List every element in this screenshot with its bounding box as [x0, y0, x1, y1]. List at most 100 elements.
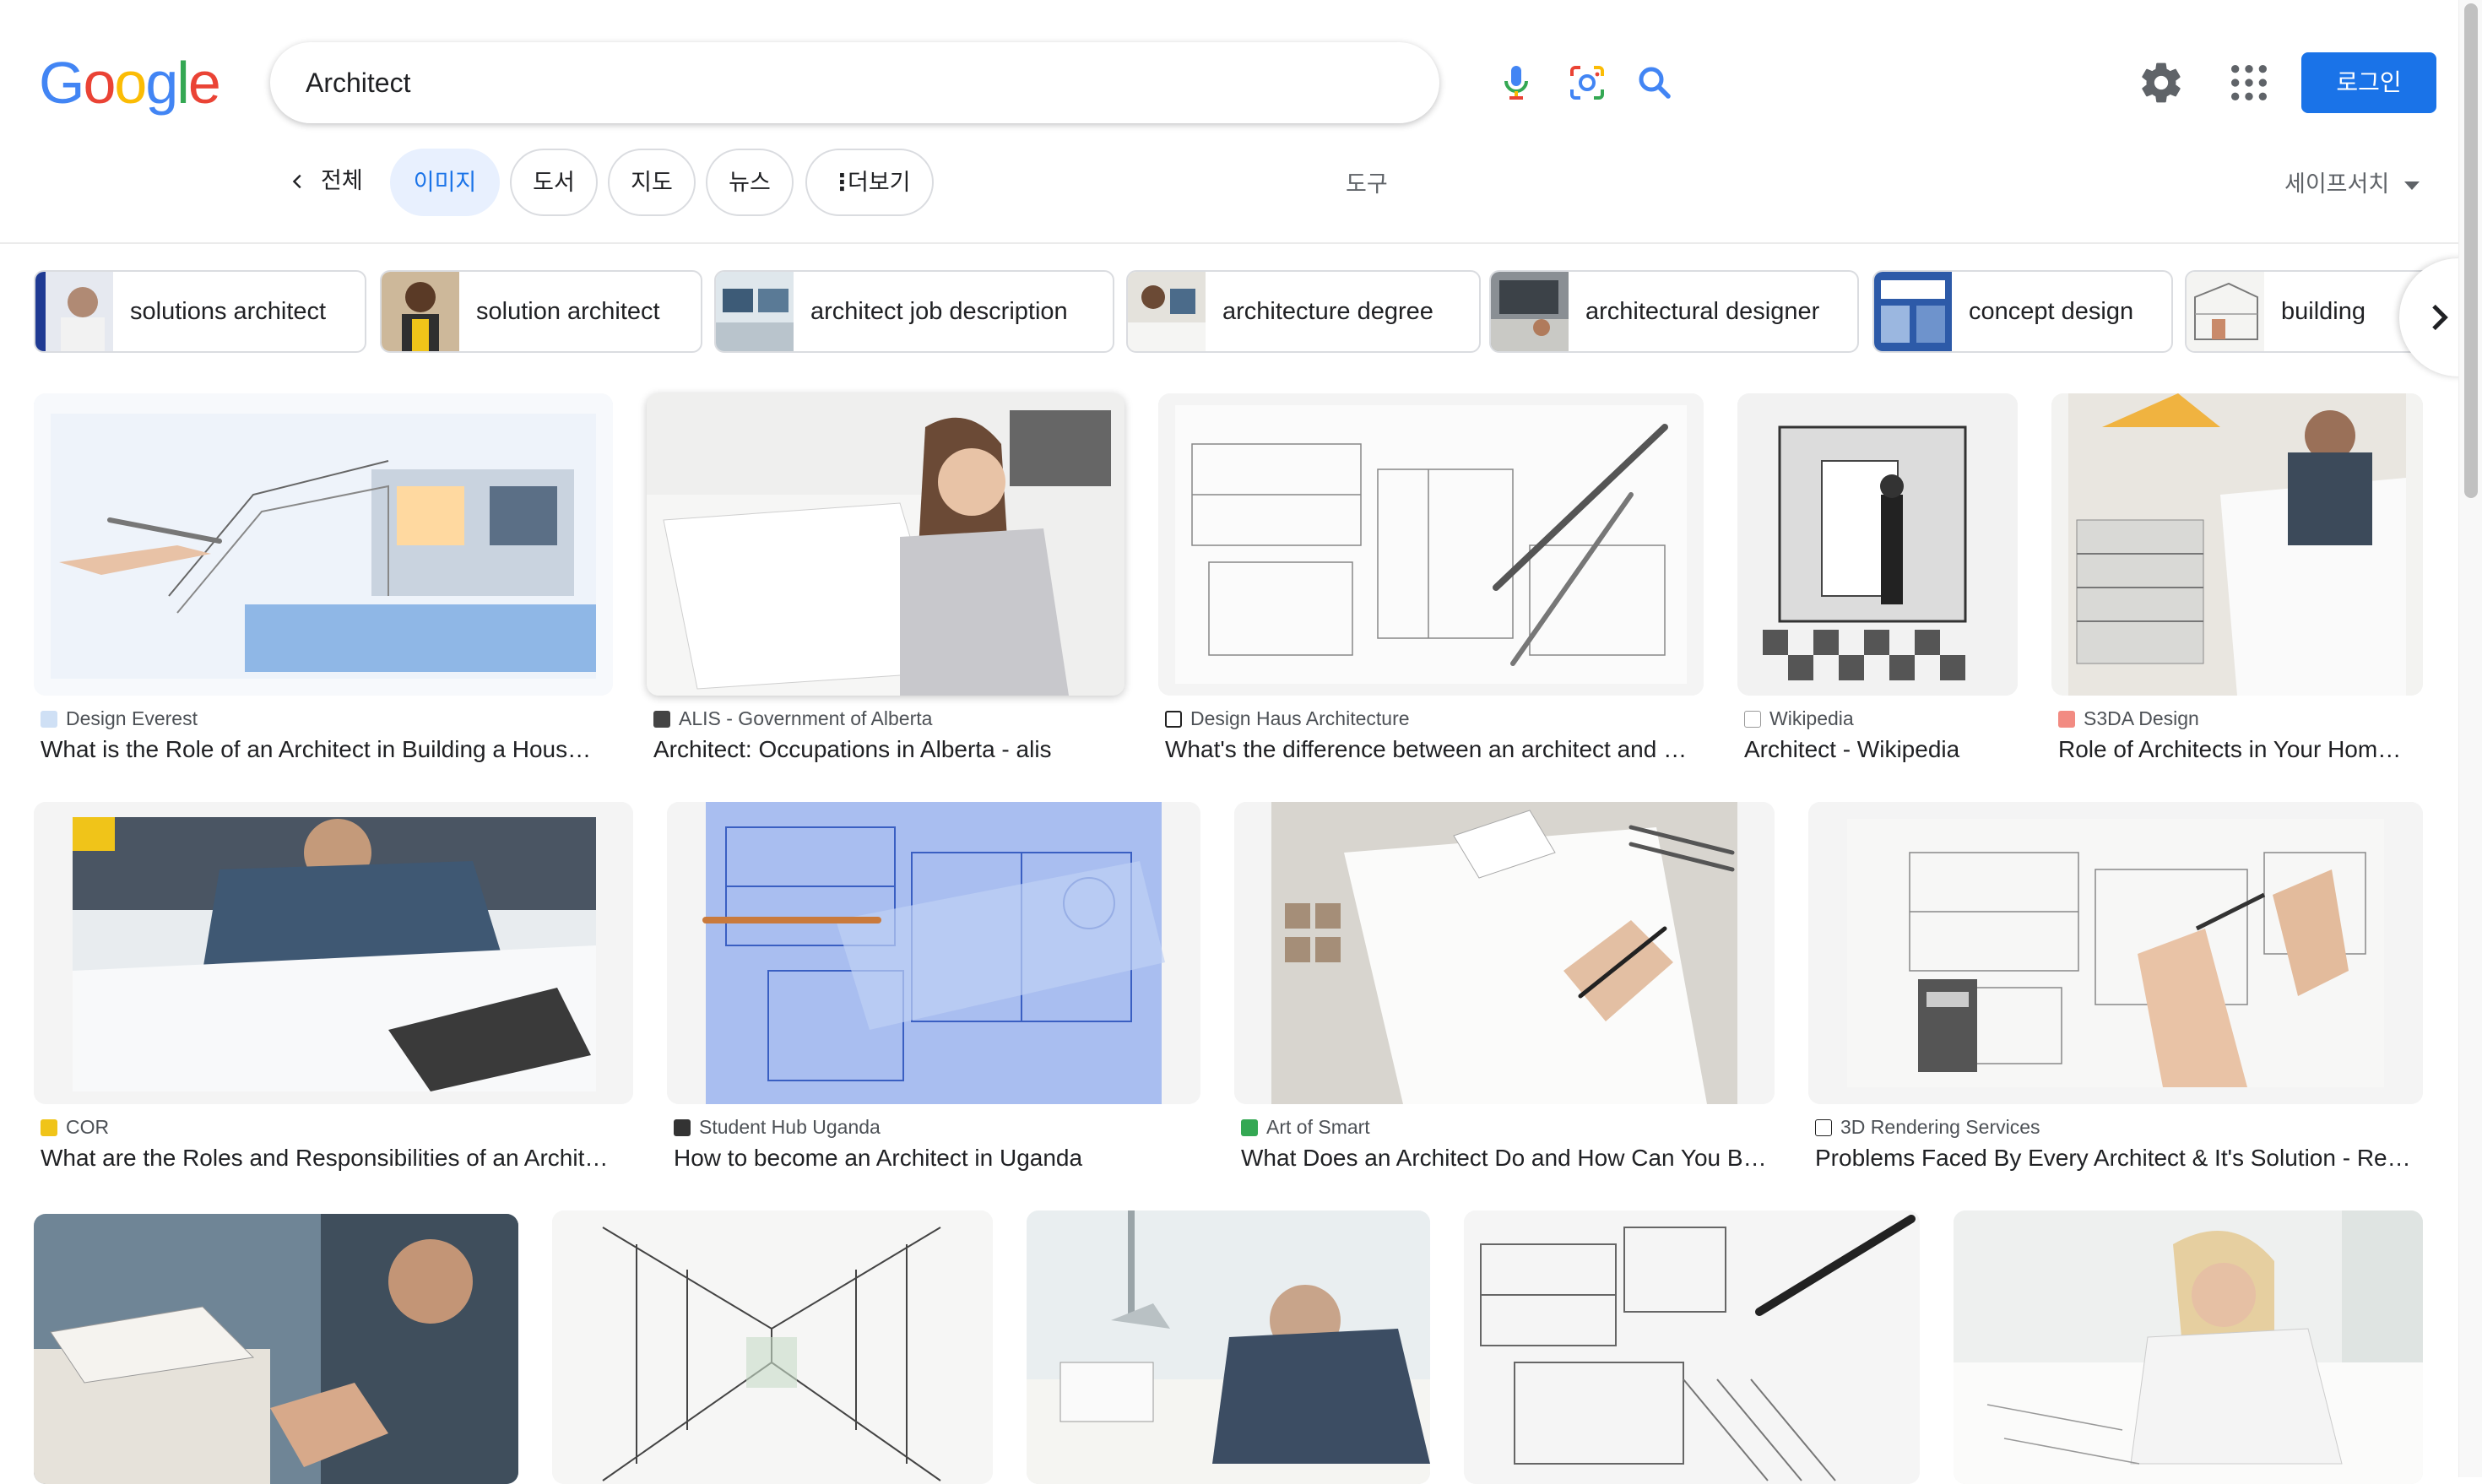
result-title[interactable]: What is the Role of an Architect in Buil… — [41, 736, 615, 763]
result-title[interactable]: How to become an Architect in Uganda — [674, 1145, 1202, 1172]
result-source: ALIS - Government of Alberta — [653, 707, 932, 730]
result-card[interactable]: Wikipedia Architect - Wikipedia — [1737, 393, 2018, 773]
perspective-sketch-image — [552, 1210, 993, 1484]
engraving-architect-image — [1737, 393, 2018, 696]
result-image[interactable] — [34, 802, 633, 1104]
result-card[interactable]: Design Haus Architecture What's the diff… — [1158, 393, 1704, 773]
result-title[interactable]: What's the difference between an archite… — [1165, 736, 1705, 763]
result-image[interactable] — [1808, 802, 2423, 1104]
result-title[interactable]: Problems Faced By Every Architect & It's… — [1815, 1145, 2425, 1172]
chip-architectural-designer[interactable]: architectural designer — [1489, 270, 1859, 353]
favicon-icon — [41, 711, 57, 728]
related-searches: solutions architect solution architect a… — [34, 270, 2440, 353]
tab-more[interactable]: ⋮ 더보기 — [805, 149, 934, 216]
favicon-icon — [674, 1119, 691, 1136]
favicon-icon — [1744, 711, 1761, 728]
result-title[interactable]: Architect: Occupations in Alberta - alis — [653, 736, 1126, 763]
result-source: Art of Smart — [1241, 1116, 1370, 1139]
result-card[interactable]: ALIS - Government of Alberta Architect: … — [647, 393, 1124, 773]
search-box[interactable]: Architect — [270, 42, 1671, 123]
result-title[interactable]: Architect - Wikipedia — [1744, 736, 2019, 763]
result-image[interactable] — [1158, 393, 1704, 696]
chip-solutions-architect[interactable]: solutions architect — [34, 270, 366, 353]
chip-thumbnail — [35, 272, 113, 351]
chip-architect-job-description[interactable]: architect job description — [714, 270, 1114, 353]
result-image[interactable] — [552, 1210, 993, 1484]
result-title[interactable]: Role of Architects in Your Hom… — [2058, 736, 2425, 763]
camera-lens-icon[interactable] — [1567, 62, 1607, 103]
safesearch-menu[interactable]: 세이프서치 — [2284, 165, 2420, 198]
search-input[interactable]: Architect — [306, 42, 410, 123]
result-card[interactable] — [34, 1214, 518, 1484]
google-apps-icon[interactable] — [2225, 59, 2273, 106]
woman-architect-image — [1954, 1210, 2423, 1484]
result-image[interactable] — [1954, 1210, 2423, 1484]
chip-thumbnail — [1128, 272, 1206, 351]
chip-thumbnail — [1491, 272, 1569, 351]
result-image[interactable] — [2051, 393, 2423, 696]
result-card[interactable] — [552, 1210, 993, 1484]
result-card[interactable] — [1027, 1210, 1430, 1484]
result-card[interactable]: COR What are the Roles and Responsibilit… — [34, 802, 633, 1182]
result-card[interactable]: Art of Smart What Does an Architect Do a… — [1234, 802, 1775, 1182]
source-name: 3D Rendering Services — [1840, 1116, 2040, 1138]
result-card[interactable] — [1954, 1210, 2423, 1484]
result-card[interactable]: Design Everest What is the Role of an Ar… — [34, 393, 613, 773]
tab-news[interactable]: 뉴스 — [706, 149, 794, 216]
search-icon[interactable] — [1634, 62, 1675, 103]
result-image[interactable] — [667, 802, 1200, 1104]
safesearch-label: 세이프서치 — [2284, 171, 2390, 197]
result-card[interactable]: 3D Rendering Services Problems Faced By … — [1808, 802, 2423, 1182]
result-image[interactable] — [1737, 393, 2018, 696]
result-image[interactable] — [1464, 1210, 1920, 1484]
chip-thumbnail — [716, 272, 794, 351]
google-logo[interactable]: Google — [39, 52, 221, 113]
source-name: Art of Smart — [1266, 1116, 1370, 1138]
result-card[interactable]: S3DA Design Role of Architects in Your H… — [2051, 393, 2423, 773]
scrollbar-thumb[interactable] — [2464, 3, 2478, 498]
chip-concept-design[interactable]: concept design — [1872, 270, 2173, 353]
tab-images[interactable]: 이미지 — [390, 149, 500, 216]
sketching-model-image — [1234, 802, 1775, 1104]
result-image[interactable] — [34, 393, 613, 696]
result-image[interactable] — [34, 1214, 518, 1484]
tab-all-back[interactable]: 전체 — [284, 149, 378, 216]
chevron-left-icon — [292, 174, 301, 189]
result-image[interactable] — [647, 393, 1124, 696]
plan-pen-image — [1464, 1210, 1920, 1484]
page-scrollbar[interactable] — [2458, 0, 2482, 1477]
chip-label: architectural designer — [1585, 298, 1820, 325]
result-title[interactable]: What Does an Architect Do and How Can Yo… — [1241, 1145, 1776, 1172]
result-card[interactable]: Student Hub Uganda How to become an Arch… — [667, 802, 1200, 1182]
result-title[interactable]: What are the Roles and Responsibilities … — [41, 1145, 635, 1172]
result-source: Student Hub Uganda — [674, 1116, 881, 1139]
source-name: ALIS - Government of Alberta — [679, 707, 933, 729]
chevron-right-icon — [2432, 304, 2448, 331]
settings-gear-icon[interactable] — [2138, 59, 2185, 106]
chip-thumbnail — [382, 272, 459, 351]
source-name: Design Haus Architecture — [1190, 707, 1410, 729]
login-button[interactable]: 로그인 — [2301, 52, 2436, 113]
result-source: Wikipedia — [1744, 707, 1854, 730]
result-source: 3D Rendering Services — [1815, 1116, 2040, 1139]
result-image[interactable] — [1027, 1210, 1430, 1484]
chip-label: architect job description — [810, 298, 1068, 325]
favicon-icon — [1241, 1119, 1258, 1136]
chip-label: concept design — [1969, 298, 2134, 325]
result-source: Design Haus Architecture — [1165, 707, 1410, 730]
header-divider — [0, 242, 2458, 244]
chip-thumbnail — [1874, 272, 1952, 351]
architects-model-image — [2051, 393, 2423, 696]
man-with-model-image — [34, 1214, 518, 1484]
result-image[interactable] — [1234, 802, 1775, 1104]
favicon-icon — [1165, 711, 1182, 728]
chip-architecture-degree[interactable]: architecture degree — [1126, 270, 1481, 353]
chip-solution-architect[interactable]: solution architect — [380, 270, 702, 353]
woman-blueprint-image — [647, 393, 1124, 696]
chip-label: solution architect — [476, 298, 660, 325]
tab-maps[interactable]: 지도 — [608, 149, 696, 216]
microphone-icon[interactable] — [1496, 62, 1536, 103]
tab-books[interactable]: 도서 — [510, 149, 598, 216]
tools-button[interactable]: 도구 — [1346, 165, 1388, 198]
result-card[interactable] — [1464, 1210, 1920, 1484]
